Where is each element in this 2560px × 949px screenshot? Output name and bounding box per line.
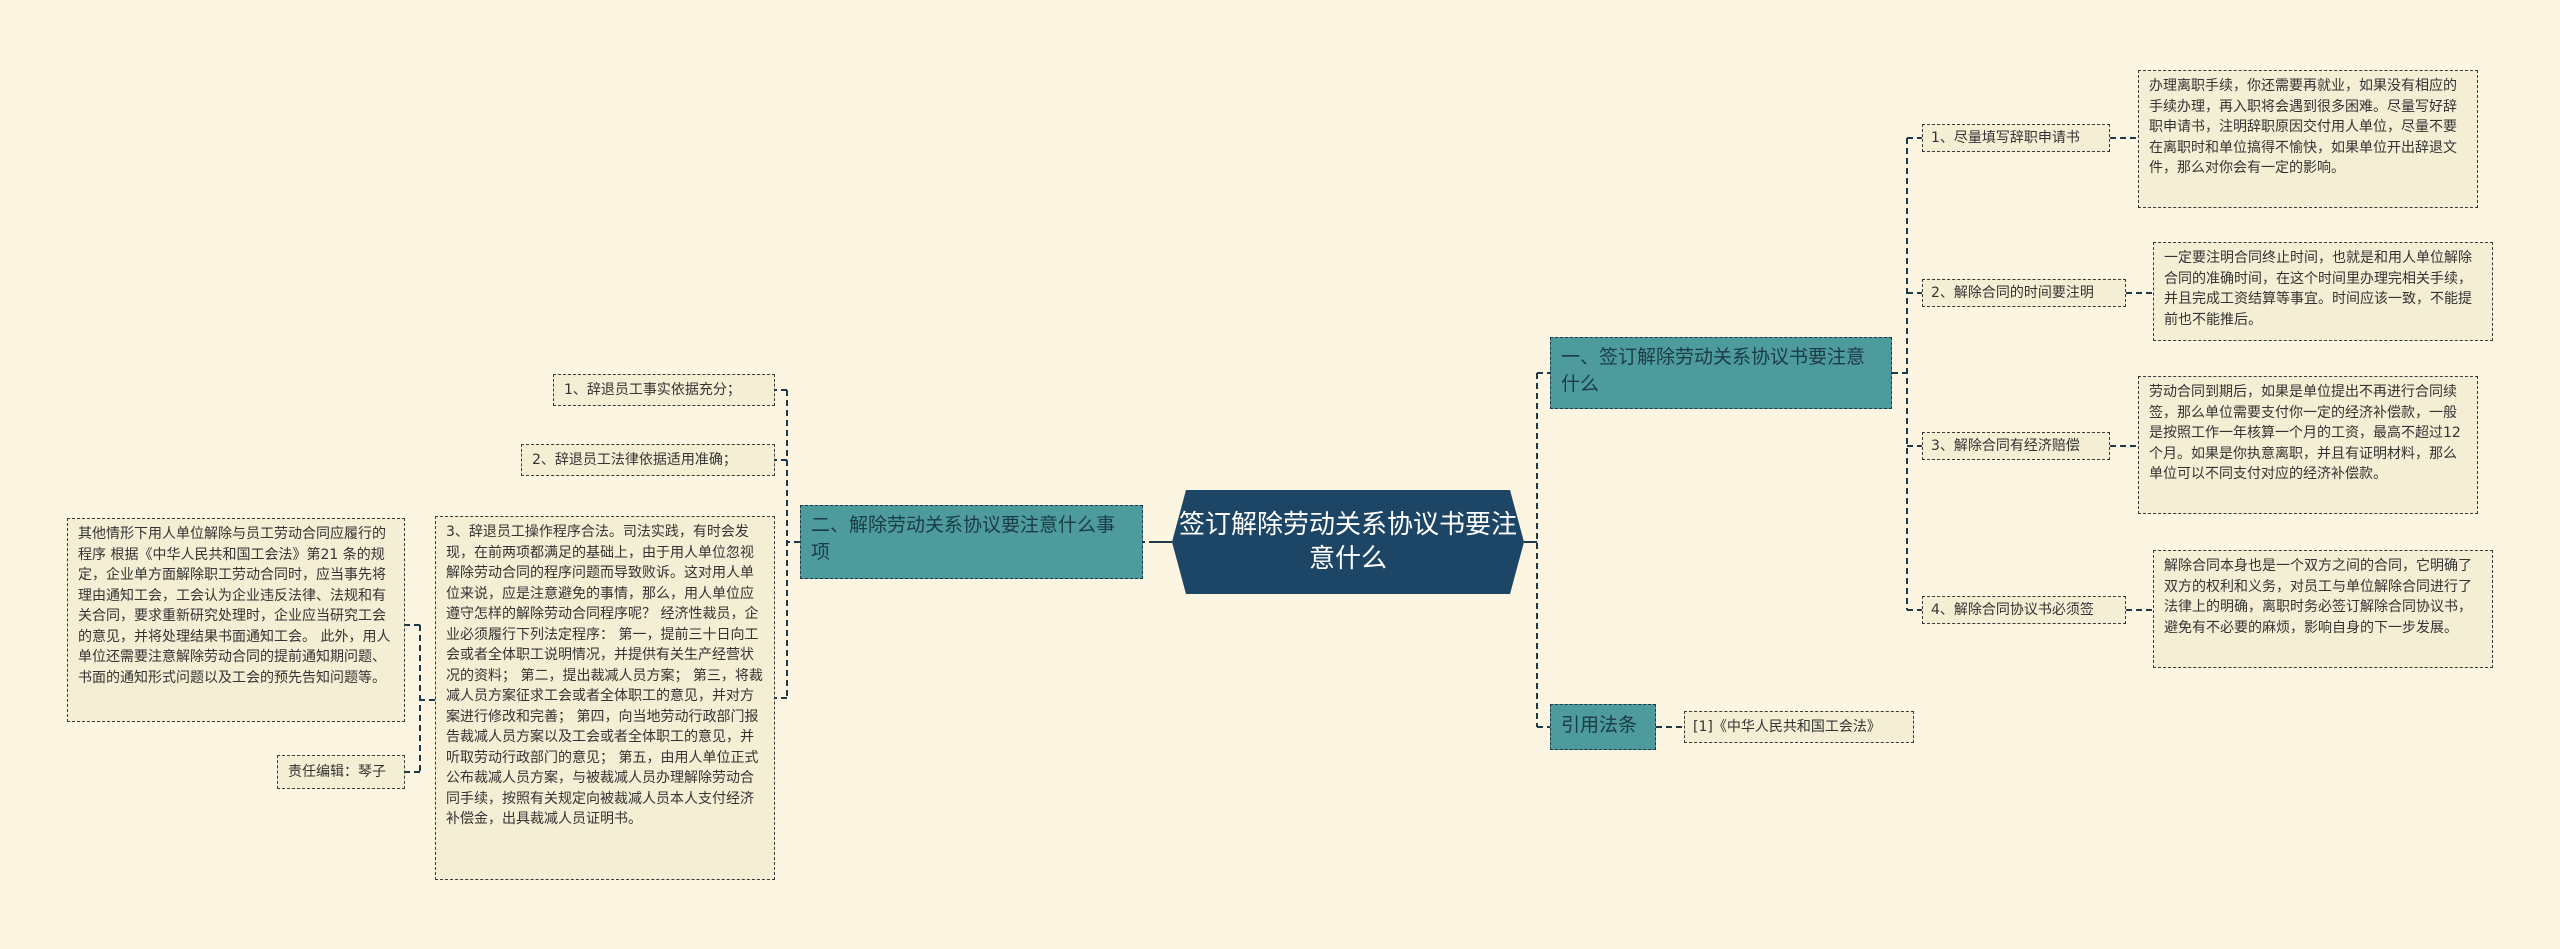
topic-label: 4、解除合同协议书必须签 <box>1931 602 2094 618</box>
detail-text: 解除合同本身也是一个双方之间的合同，它明确了双方的权利和义务，对员工与单位解除合… <box>2164 558 2472 636</box>
branch-label: 一、签订解除劳动关系协议书要注意什么 <box>1561 346 1866 395</box>
branch-citations[interactable]: 引用法条 <box>1550 704 1656 750</box>
topic-item-1[interactable]: 1、尽量填写辞职申请书 <box>1922 124 2110 152</box>
detail-text: 办理离职手续，你还需要再就业，如果没有相应的手续办理，再入职将会遇到很多困难。尽… <box>2149 78 2457 176</box>
topic-detail-3[interactable]: 劳动合同到期后，如果是单位提出不再进行合同续签，那么单位需要支付你一定的经济补偿… <box>2138 376 2478 514</box>
branch-termination-matters[interactable]: 二、解除劳动关系协议要注意什么事项 <box>800 505 1143 579</box>
matter-child-editor[interactable]: 责任编辑：琴子 <box>277 755 405 789</box>
editor-label: 责任编辑：琴子 <box>288 764 386 780</box>
topic-item-3[interactable]: 3、解除合同有经济赔偿 <box>1922 432 2110 460</box>
matter-label: 2、辞退员工法律依据适用准确； <box>532 452 737 468</box>
topic-item-4[interactable]: 4、解除合同协议书必须签 <box>1922 596 2126 624</box>
topic-detail-4[interactable]: 解除合同本身也是一个双方之间的合同，它明确了双方的权利和义务，对员工与单位解除合… <box>2153 550 2493 668</box>
child-text: 其他情形下用人单位解除与员工劳动合同应履行的程序 根据《中华人民共和国工会法》第… <box>78 526 391 686</box>
topic-label: 2、解除合同的时间要注明 <box>1931 285 2094 301</box>
citation-label: [1]《中华人民共和国工会法》 <box>1693 719 1881 735</box>
matter-child-other-cases[interactable]: 其他情形下用人单位解除与员工劳动合同应履行的程序 根据《中华人民共和国工会法》第… <box>67 518 405 722</box>
matter-item-2[interactable]: 2、辞退员工法律依据适用准确； <box>521 444 775 476</box>
detail-text: 劳动合同到期后，如果是单位提出不再进行合同续签，那么单位需要支付你一定的经济补偿… <box>2149 384 2461 482</box>
branch-label: 引用法条 <box>1561 714 1638 736</box>
detail-text: 一定要注明合同终止时间，也就是和用人单位解除合同的准确时间，在这个时间里办理完相… <box>2164 250 2472 328</box>
branch-sign-agreement[interactable]: 一、签订解除劳动关系协议书要注意什么 <box>1550 337 1892 409</box>
root-title: 签订解除劳动关系协议书要注意什么 <box>1178 510 1517 574</box>
branch-label: 二、解除劳动关系协议要注意什么事项 <box>811 514 1116 563</box>
topic-detail-2[interactable]: 一定要注明合同终止时间，也就是和用人单位解除合同的准确时间，在这个时间里办理完相… <box>2153 242 2493 341</box>
matter-item-1[interactable]: 1、辞退员工事实依据充分； <box>553 374 775 406</box>
matter-label: 3、辞退员工操作程序合法。司法实践，有时会发现，在前两项都满足的基础上，由于用人… <box>446 524 763 827</box>
topic-detail-1[interactable]: 办理离职手续，你还需要再就业，如果没有相应的手续办理，再入职将会遇到很多困难。尽… <box>2138 70 2478 208</box>
matter-label: 1、辞退员工事实依据充分； <box>564 382 741 398</box>
topic-item-2[interactable]: 2、解除合同的时间要注明 <box>1922 279 2126 307</box>
citation-item-1[interactable]: [1]《中华人民共和国工会法》 <box>1684 711 1914 743</box>
matter-item-3[interactable]: 3、辞退员工操作程序合法。司法实践，有时会发现，在前两项都满足的基础上，由于用人… <box>435 516 775 880</box>
root-topic[interactable]: 签订解除劳动关系协议书要注意什么 <box>1172 490 1524 594</box>
topic-label: 3、解除合同有经济赔偿 <box>1931 438 2080 454</box>
topic-label: 1、尽量填写辞职申请书 <box>1931 130 2080 146</box>
